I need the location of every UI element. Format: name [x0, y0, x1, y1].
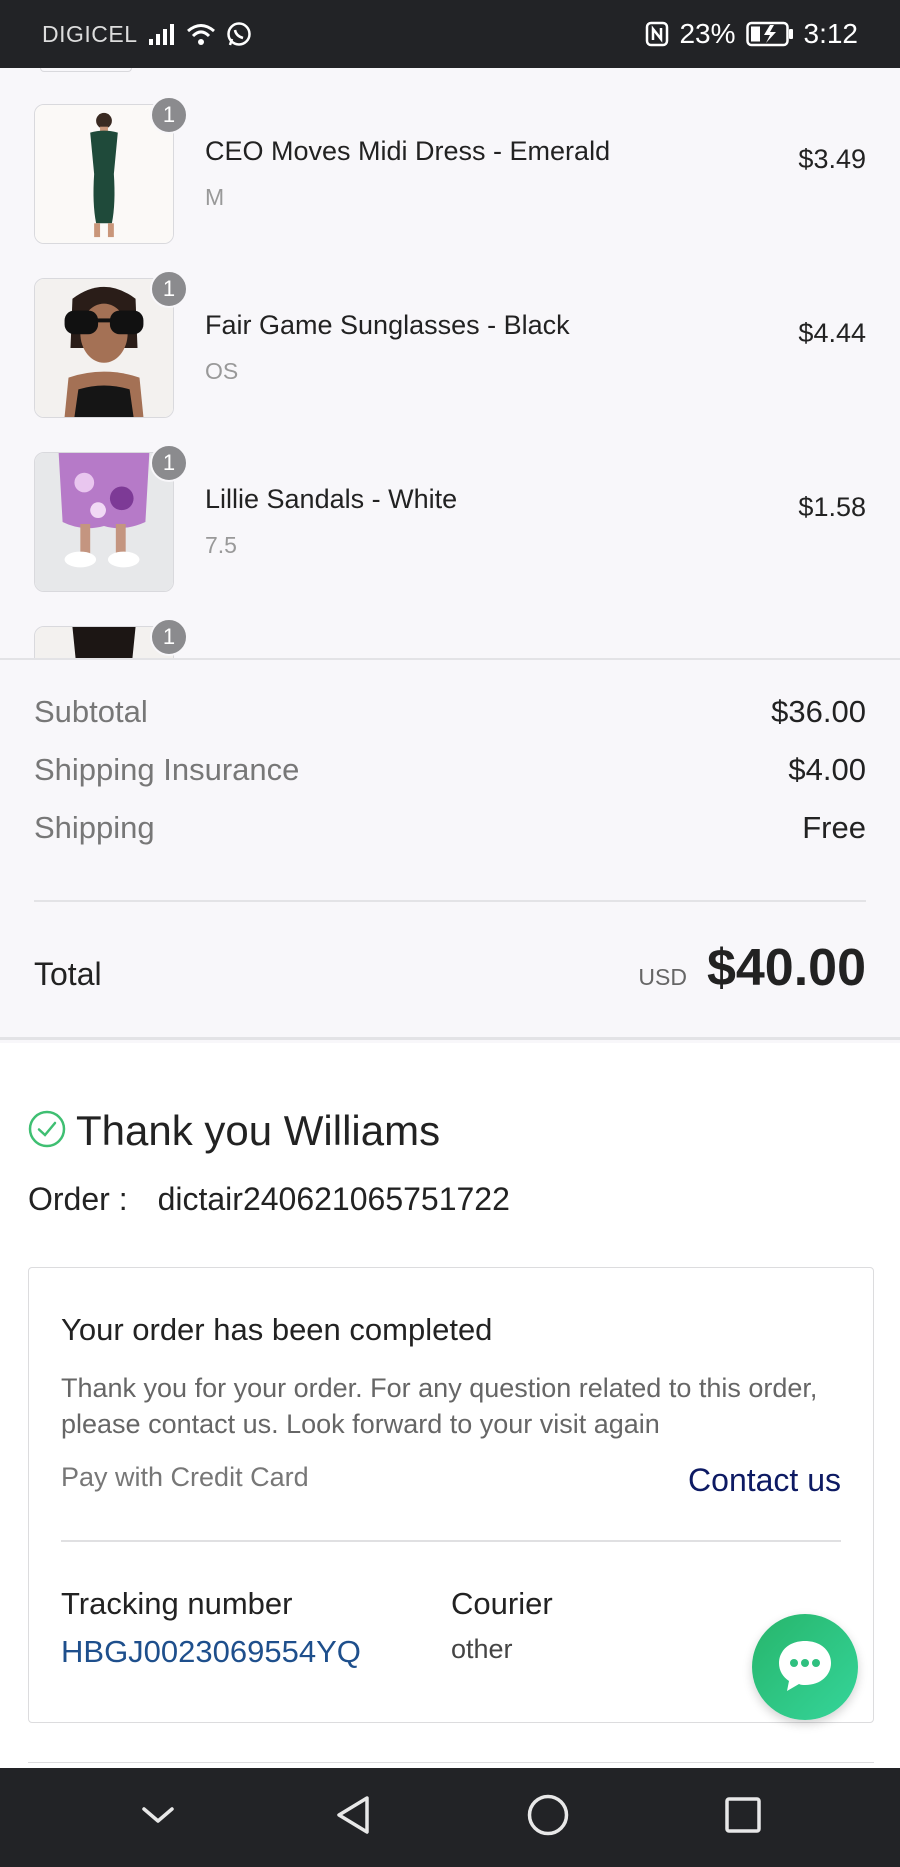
payment-method: Pay with Credit Card: [61, 1462, 309, 1492]
carrier-name: DIGICEL: [42, 20, 138, 47]
total-amount: USD $40.00: [638, 938, 866, 998]
wifi-icon: [186, 22, 216, 46]
thanks-text: Thank you Williams: [76, 1107, 441, 1154]
item-price: $4.44: [798, 318, 866, 348]
order-label: Order :: [28, 1181, 128, 1217]
order-number-line: Order : dictair240621065751722: [28, 1181, 510, 1218]
signal-icon: [148, 22, 176, 46]
list-item[interactable]: 1: [34, 618, 866, 658]
system-nav-bar: [0, 1768, 900, 1867]
total-value: $40.00: [706, 939, 866, 997]
nav-home-button[interactable]: [518, 1788, 578, 1848]
status-left: DIGICEL: [42, 21, 252, 48]
list-item[interactable]: 1 CEO Moves Midi Dress - Emerald M $3.49: [34, 96, 866, 244]
item-price: $1.58: [798, 492, 866, 522]
subtotal-value: $36.00: [771, 694, 866, 729]
list-item[interactable]: 1 Lillie Sandals - White 7.5 $1.58: [34, 444, 866, 592]
summary-divider: [34, 900, 866, 902]
battery-icon: [745, 21, 794, 47]
nav-down-button[interactable]: [128, 1788, 188, 1848]
chat-button[interactable]: [752, 1614, 858, 1720]
order-status-card: Your order has been completed Thank you …: [28, 1267, 874, 1723]
item-name: CEO Moves Midi Dress - Emerald: [205, 136, 611, 166]
insurance-label: Shipping Insurance: [34, 752, 300, 787]
subtotal-row: Subtotal $36.00: [34, 694, 866, 730]
card-divider: [61, 1540, 841, 1542]
clock: 3:12: [803, 18, 859, 49]
check-circle-icon: [28, 1110, 66, 1153]
currency-code: USD: [638, 964, 687, 990]
item-price: $3.49: [798, 144, 866, 174]
chevron-down-icon: [141, 1805, 175, 1830]
item-variant: 7.5: [205, 532, 237, 558]
back-icon: [333, 1794, 373, 1841]
shipping-label: Shipping: [34, 810, 155, 845]
battery-percent: 23%: [679, 18, 736, 49]
tracking-label: Tracking number: [61, 1586, 293, 1621]
nav-back-button[interactable]: [323, 1788, 383, 1848]
chat-icon: [775, 1637, 835, 1698]
total-label: Total: [34, 956, 102, 992]
whatsapp-icon: [226, 21, 252, 47]
card-description: Thank you for your order. For any questi…: [61, 1373, 818, 1439]
total-row: Total USD $40.00: [34, 938, 866, 998]
thanks-heading: Thank you Williams: [28, 1107, 440, 1155]
item-name: Lillie Sandals - White: [205, 484, 458, 514]
shipping-row: Shipping Free: [34, 810, 866, 846]
insurance-value: $4.00: [788, 752, 866, 787]
status-bar: DIGICEL 23% 3:12: [0, 0, 900, 68]
order-items-list[interactable]: 1 CEO Moves Midi Dress - Emerald M $3.49…: [0, 68, 900, 660]
quantity-badge: 1: [150, 96, 188, 134]
insurance-row: Shipping Insurance $4.00: [34, 752, 866, 788]
subtotal-label: Subtotal: [34, 694, 148, 729]
item-name: Fair Game Sunglasses - Black: [205, 310, 570, 340]
courier-value: other: [451, 1634, 513, 1664]
quantity-badge: 1: [150, 444, 188, 482]
previous-item-edge: [40, 68, 132, 72]
shipping-value: Free: [802, 810, 866, 845]
status-right: 23% 3:12: [645, 18, 858, 50]
nav-recent-button[interactable]: [713, 1788, 773, 1848]
quantity-badge: 1: [150, 270, 188, 308]
quantity-badge: 1: [150, 618, 188, 656]
order-summary: Subtotal $36.00 Shipping Insurance $4.00…: [0, 660, 900, 1040]
tracking-number[interactable]: HBGJ0023069554YQ: [61, 1634, 361, 1670]
item-variant: OS: [205, 358, 239, 384]
nfc-icon: [645, 21, 669, 47]
item-variant: M: [205, 184, 225, 210]
home-icon: [526, 1793, 570, 1842]
order-number: dictair240621065751722: [157, 1181, 510, 1217]
recent-apps-icon: [723, 1795, 763, 1840]
courier-label: Courier: [451, 1586, 553, 1621]
card-title: Your order has been completed: [61, 1312, 493, 1347]
contact-us-link[interactable]: Contact us: [688, 1462, 841, 1499]
list-item[interactable]: 1 Fair Game Sunglasses - Black OS $4.44: [34, 270, 866, 418]
